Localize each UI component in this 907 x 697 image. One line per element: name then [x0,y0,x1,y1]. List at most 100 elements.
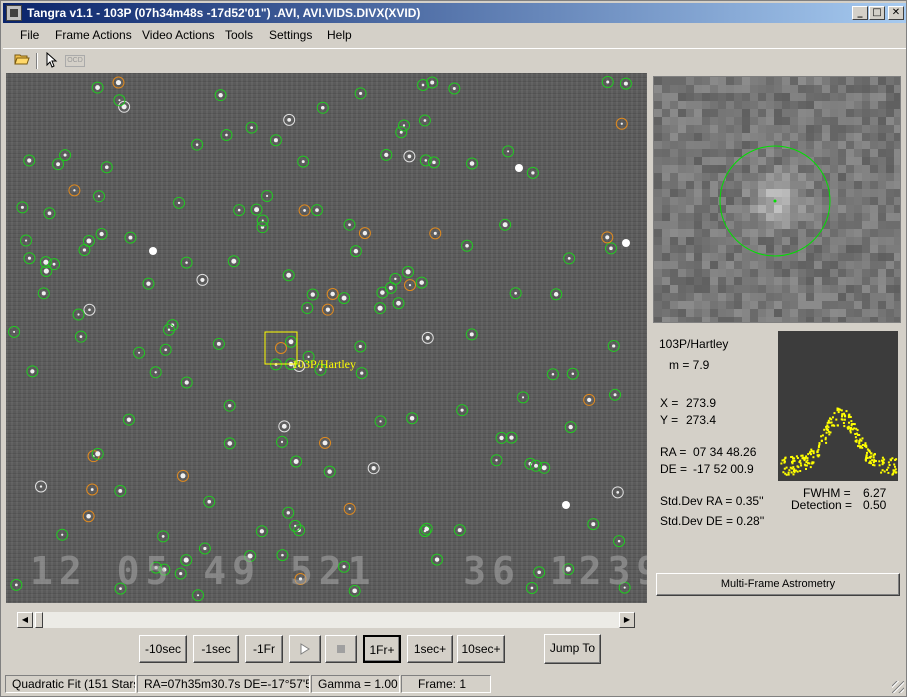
open-folder-icon[interactable] [13,52,31,70]
menu-settings[interactable]: Settings [269,28,312,42]
star [73,189,76,192]
star [358,344,362,349]
star [254,207,260,213]
star [184,380,189,385]
minus-1sec-button[interactable]: -1sec [193,635,239,663]
star [61,533,64,536]
toolbar: OCD [3,48,906,72]
star [377,305,383,311]
scroll-thumb[interactable] [35,612,43,628]
star [167,328,171,331]
star [30,369,35,374]
app-icon [6,5,22,21]
star [237,208,241,212]
star [41,291,46,296]
star [310,292,315,297]
star [281,423,287,429]
star [280,440,284,444]
main-window: Tangra v1.1 - 103P (07h34m48s -17d52'01"… [0,0,907,697]
star [286,272,292,278]
ocd-button[interactable]: OCD [65,55,85,67]
jump-to-button[interactable]: Jump To [544,634,601,664]
de-value: -17 52 00.9 [693,462,754,476]
star [261,219,264,222]
star [384,152,389,157]
menu-tools[interactable]: Tools [225,28,253,42]
play-button[interactable] [289,635,321,663]
star [380,290,385,295]
de-label: DE = [660,462,688,476]
status-gamma: Gamma = 1.00 [311,675,400,693]
pointer-icon[interactable] [43,51,61,70]
star [371,466,376,471]
star [457,528,462,533]
video-frame[interactable]: 12 05 49 521 36 1239078 103P/Hartley [6,73,647,603]
star [507,150,510,153]
plus-10sec-button[interactable]: 10sec+ [457,635,505,663]
star [86,513,91,519]
star [353,248,359,254]
star [591,522,596,527]
multi-frame-astrometry-button[interactable]: Multi-Frame Astrometry [656,573,900,596]
menu-file[interactable]: File [20,28,39,42]
star [568,424,573,430]
star [469,161,475,166]
scroll-right-icon[interactable]: ▶ [619,612,635,628]
menu-frame-actions[interactable]: Frame Actions [55,28,132,42]
star [225,133,228,137]
star [617,539,621,543]
star [531,171,535,175]
star [185,261,188,264]
minimize-button[interactable]: _ [852,6,868,20]
star [460,408,464,412]
star [287,117,292,122]
star [231,258,237,264]
star [39,485,43,488]
detection-label: Detection = [791,498,853,512]
star [421,83,425,87]
star [359,91,363,95]
maximize-button[interactable]: □ [869,6,885,20]
star [52,262,56,266]
star [43,259,49,265]
star [553,292,559,297]
star [56,162,61,167]
star [259,529,264,534]
star [27,256,32,260]
star [164,348,168,352]
star [95,85,100,90]
star [207,499,212,504]
star [195,143,199,146]
star [14,583,18,587]
star [294,524,297,528]
title-bar[interactable]: Tangra v1.1 - 103P (07h34m48s -17d52'01"… [3,3,906,23]
close-button[interactable]: ✕ [888,6,904,20]
star [177,201,181,205]
minus-1fr-button[interactable]: -1Fr [245,635,283,663]
star [407,154,412,159]
star [362,230,368,236]
zoom-image [654,77,900,322]
frame-scrollbar[interactable]: ◀ ▶ [17,612,635,628]
star [154,371,157,374]
star [128,235,133,240]
star [47,211,52,216]
star [534,463,538,468]
star [433,231,437,235]
plus-1fr-button[interactable]: 1Fr+ [363,635,401,663]
menu-help[interactable]: Help [327,28,352,42]
star [115,79,122,86]
minus-10sec-button[interactable]: -10sec [139,635,187,663]
star [348,223,351,227]
menu-video-actions[interactable]: Video Actions [142,28,215,42]
star [105,165,109,169]
plus-1sec-button[interactable]: 1sec+ [407,635,453,663]
psf-plot [778,331,898,481]
stop-button[interactable] [325,635,357,663]
scroll-left-icon[interactable]: ◀ [17,612,33,628]
star [613,393,617,397]
star [502,222,508,228]
star [99,231,104,237]
status-fit: Quadratic Fit (151 Stars) [5,675,136,693]
resize-grip-icon[interactable] [892,681,904,693]
